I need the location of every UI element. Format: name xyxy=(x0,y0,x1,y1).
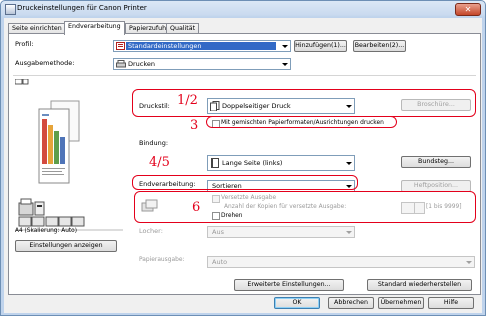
chevron-down-icon xyxy=(280,60,289,68)
show-settings-button[interactable]: Einstellungen anzeigen xyxy=(15,240,117,252)
callout-6: 6 xyxy=(192,200,201,215)
chevron-down-icon xyxy=(464,258,473,266)
profile-select[interactable]: Standardeinstellungen xyxy=(113,40,291,52)
chevron-down-icon xyxy=(280,42,289,50)
paper-output-select[interactable]: Auto xyxy=(207,256,475,268)
chevron-down-icon xyxy=(344,228,353,236)
profile-label: Profil: xyxy=(15,40,34,48)
window-title: Druckeinstellungen für Canon Printer xyxy=(17,4,147,12)
hole-punch-label: Locher: xyxy=(139,227,163,235)
device-finisher-icon xyxy=(34,201,45,216)
callout-1-2: 1/2 xyxy=(177,93,198,108)
cancel-button[interactable]: Abbrechen xyxy=(328,297,374,309)
duplex-icon xyxy=(18,216,32,227)
print-preferences-window: Druckeinstellungen für Canon Printer ✕ S… xyxy=(0,0,486,316)
output-method-select[interactable]: Drucken xyxy=(113,58,291,70)
hole-punch-select[interactable]: Aus xyxy=(207,226,355,238)
binding-label: Bindung: xyxy=(139,139,169,147)
dialog-client-area: Seite einrichten Endverarbeitung Papierz… xyxy=(4,18,482,313)
output-method-label: Ausgabemethode: xyxy=(15,59,75,67)
advanced-settings-button[interactable]: Erweiterte Einstellungen... xyxy=(234,279,344,291)
edit-profile-button[interactable]: Bearbeiten(2)... xyxy=(353,40,406,52)
highlight-box-offset xyxy=(134,191,476,223)
binding-value: Lange Seite (links) xyxy=(222,159,283,167)
tab-panel-endverarbeitung: Profil: Standardeinstellungen Hinzufügen… xyxy=(8,33,481,295)
chevron-down-icon xyxy=(344,159,353,167)
tab-endverarbeitung[interactable]: Endverarbeitung xyxy=(64,21,125,35)
output-method-value: Drucken xyxy=(128,60,156,68)
apply-button[interactable]: Übernehmen xyxy=(378,297,424,309)
booklet-icon xyxy=(58,216,72,227)
printer-app-icon xyxy=(5,4,16,15)
printer-icon xyxy=(116,60,126,68)
help-button[interactable]: Hilfe xyxy=(428,297,474,309)
binding-long-edge-icon xyxy=(211,158,219,168)
title-bar[interactable]: Druckeinstellungen für Canon Printer ✕ xyxy=(1,1,485,17)
callout-3: 3 xyxy=(190,118,199,133)
callout-4-5: 4/5 xyxy=(149,155,170,170)
close-button[interactable]: ✕ xyxy=(455,3,481,16)
hole-punch-value: Aus xyxy=(212,228,224,236)
paper-output-value: Auto xyxy=(212,258,228,266)
profile-value: Standardeinstellungen xyxy=(128,42,202,50)
punch-icon xyxy=(71,216,85,227)
highlight-box-finishing xyxy=(132,175,358,190)
gutter-button[interactable]: Bundsteg... xyxy=(401,156,471,168)
restore-defaults-button[interactable]: Standard wiederherstellen xyxy=(367,279,472,291)
add-profile-button[interactable]: Hinzufügen(1)... xyxy=(294,40,347,52)
copies-icon xyxy=(31,216,45,227)
paper-output-label: Papierausgabe: xyxy=(139,257,185,263)
preview-mode-icon-2 xyxy=(22,79,29,85)
highlight-box-mixed-formats xyxy=(206,116,397,128)
staple-icon xyxy=(45,216,59,227)
preview-caption: A4 (Skalierung: Auto) xyxy=(15,228,77,234)
ok-button[interactable]: OK xyxy=(274,297,320,309)
device-printer-icon xyxy=(18,202,34,216)
preview-mode-icon xyxy=(15,79,23,85)
profile-icon xyxy=(116,42,125,50)
page-preview xyxy=(15,79,123,231)
separator xyxy=(13,75,476,76)
binding-select[interactable]: Lange Seite (links) xyxy=(207,155,355,171)
